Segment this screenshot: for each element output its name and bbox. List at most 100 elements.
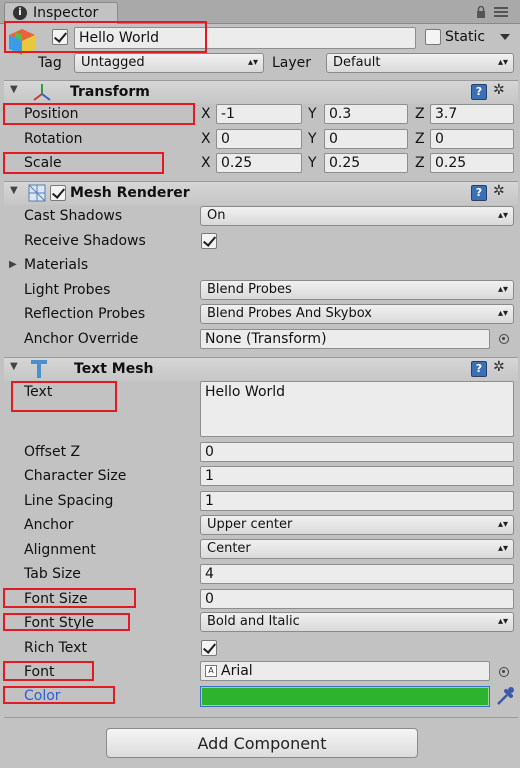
dropdown-arrow-icon: ▴▾	[497, 308, 508, 319]
character-size-label: Character Size	[24, 468, 127, 484]
font-style-value: Bold and Italic	[207, 614, 300, 629]
axis-x-label[interactable]: X	[201, 153, 211, 173]
alignment-label: Alignment	[24, 542, 96, 558]
font-icon: A	[205, 665, 217, 677]
position-z-field[interactable]: 3.7	[430, 104, 514, 124]
text-mesh-icon	[30, 359, 48, 379]
offset-z-field[interactable]: 0	[200, 442, 514, 462]
axis-z-label[interactable]: Z	[415, 104, 425, 124]
help-icon[interactable]: ?	[471, 185, 487, 201]
position-x-field[interactable]: -1	[216, 104, 302, 124]
rich-text-checkbox[interactable]	[201, 640, 217, 656]
transform-header[interactable]: ▼ Transform ? ✲	[4, 80, 518, 104]
mesh-renderer-title: Mesh Renderer	[70, 185, 190, 201]
text-mesh-title: Text Mesh	[74, 361, 154, 377]
anchor-override-label: Anchor Override	[24, 331, 139, 347]
axis-y-label[interactable]: Y	[308, 153, 317, 173]
highlight-object-name	[4, 21, 207, 53]
font-size-field[interactable]: 0	[200, 589, 514, 609]
foldout-arrow-icon[interactable]: ▼	[10, 361, 18, 372]
rotation-z-field[interactable]: 0	[430, 129, 514, 149]
highlight-text	[11, 381, 117, 412]
receive-shadows-label: Receive Shadows	[24, 233, 146, 249]
tab-size-label: Tab Size	[24, 566, 81, 582]
text-mesh-header[interactable]: ▼ Text Mesh ? ✲	[4, 357, 518, 381]
gear-icon[interactable]: ✲	[493, 183, 505, 199]
character-size-field[interactable]: 1	[200, 466, 514, 486]
cast-shadows-label: Cast Shadows	[24, 208, 123, 224]
object-picker-icon[interactable]	[499, 334, 509, 344]
dropdown-arrow-icon: ▴▾	[247, 57, 258, 68]
menu-icon[interactable]	[494, 6, 508, 18]
anchor-dropdown[interactable]: Upper center ▴▾	[200, 515, 514, 535]
light-probes-dropdown[interactable]: Blend Probes ▴▾	[200, 280, 514, 300]
materials-label[interactable]: Materials	[24, 255, 88, 275]
component-separator	[4, 717, 518, 718]
axis-x-label[interactable]: X	[201, 104, 211, 124]
tag-label: Tag	[38, 55, 62, 71]
rotation-y-field[interactable]: 0	[324, 129, 408, 149]
font-style-dropdown[interactable]: Bold and Italic ▴▾	[200, 612, 514, 632]
font-value: Arial	[221, 663, 253, 679]
foldout-arrow-icon[interactable]: ▼	[10, 84, 18, 95]
transform-title: Transform	[70, 84, 150, 100]
cast-shadows-value: On	[207, 208, 226, 223]
light-probes-label: Light Probes	[24, 282, 111, 298]
highlight-font	[3, 661, 94, 681]
foldout-arrow-icon[interactable]: ▼	[10, 185, 18, 196]
highlight-position	[3, 103, 195, 125]
anchor-label: Anchor	[24, 517, 74, 533]
materials-foldout-icon[interactable]: ▶	[9, 259, 17, 270]
help-icon[interactable]: ?	[471, 361, 487, 377]
alignment-dropdown[interactable]: Center ▴▾	[200, 539, 514, 559]
cast-shadows-dropdown[interactable]: On ▴▾	[200, 206, 514, 226]
add-component-button[interactable]: Add Component	[106, 728, 418, 758]
line-spacing-field[interactable]: 1	[200, 491, 514, 511]
light-probes-value: Blend Probes	[207, 282, 292, 297]
eyedropper-icon[interactable]	[495, 685, 515, 707]
lock-icon[interactable]	[476, 5, 486, 18]
alignment-value: Center	[207, 541, 251, 556]
tag-dropdown[interactable]: Untagged ▴▾	[74, 53, 264, 73]
axis-z-label[interactable]: Z	[415, 153, 425, 173]
layer-dropdown[interactable]: Default ▴▾	[326, 53, 514, 73]
color-swatch[interactable]	[200, 686, 490, 707]
axis-x-label[interactable]: X	[201, 129, 211, 149]
highlight-color	[3, 686, 115, 704]
mesh-renderer-enabled-checkbox[interactable]	[50, 185, 66, 201]
gear-icon[interactable]: ✲	[493, 359, 505, 375]
text-area[interactable]: Hello World	[200, 381, 514, 437]
dropdown-arrow-icon: ▴▾	[497, 284, 508, 295]
rotation-x-field[interactable]: 0	[216, 129, 302, 149]
offset-z-label: Offset Z	[24, 444, 81, 460]
object-picker-icon[interactable]	[499, 667, 509, 677]
reflection-probes-dropdown[interactable]: Blend Probes And Skybox ▴▾	[200, 304, 514, 324]
rotation-label: Rotation	[24, 131, 83, 147]
reflection-probes-label: Reflection Probes	[24, 306, 146, 322]
scale-z-field[interactable]: 0.25	[430, 153, 514, 173]
receive-shadows-checkbox[interactable]	[201, 233, 217, 249]
dropdown-arrow-icon: ▴▾	[497, 210, 508, 221]
transform-icon	[32, 83, 52, 101]
static-dropdown-arrow-icon[interactable]	[500, 34, 510, 40]
rich-text-label: Rich Text	[24, 640, 87, 656]
gear-icon[interactable]: ✲	[493, 82, 505, 98]
highlight-scale	[3, 152, 164, 174]
tab-label: Inspector	[33, 5, 99, 21]
reflection-probes-value: Blend Probes And Skybox	[207, 306, 372, 321]
scale-y-field[interactable]: 0.25	[324, 153, 408, 173]
axis-y-label[interactable]: Y	[308, 129, 317, 149]
axis-y-label[interactable]: Y	[308, 104, 317, 124]
static-label: Static	[445, 29, 486, 45]
static-checkbox[interactable]	[425, 29, 441, 45]
highlight-font-style	[3, 613, 130, 631]
help-icon[interactable]: ?	[471, 84, 487, 100]
anchor-override-field[interactable]: None (Transform)	[200, 329, 490, 349]
axis-z-label[interactable]: Z	[415, 129, 425, 149]
tab-size-field[interactable]: 4	[200, 564, 514, 584]
mesh-renderer-header[interactable]: ▼ Mesh Renderer ? ✲	[4, 181, 518, 205]
mesh-renderer-icon	[28, 184, 46, 202]
font-field[interactable]: A Arial	[200, 661, 490, 681]
position-y-field[interactable]: 0.3	[324, 104, 408, 124]
scale-x-field[interactable]: 0.25	[216, 153, 302, 173]
